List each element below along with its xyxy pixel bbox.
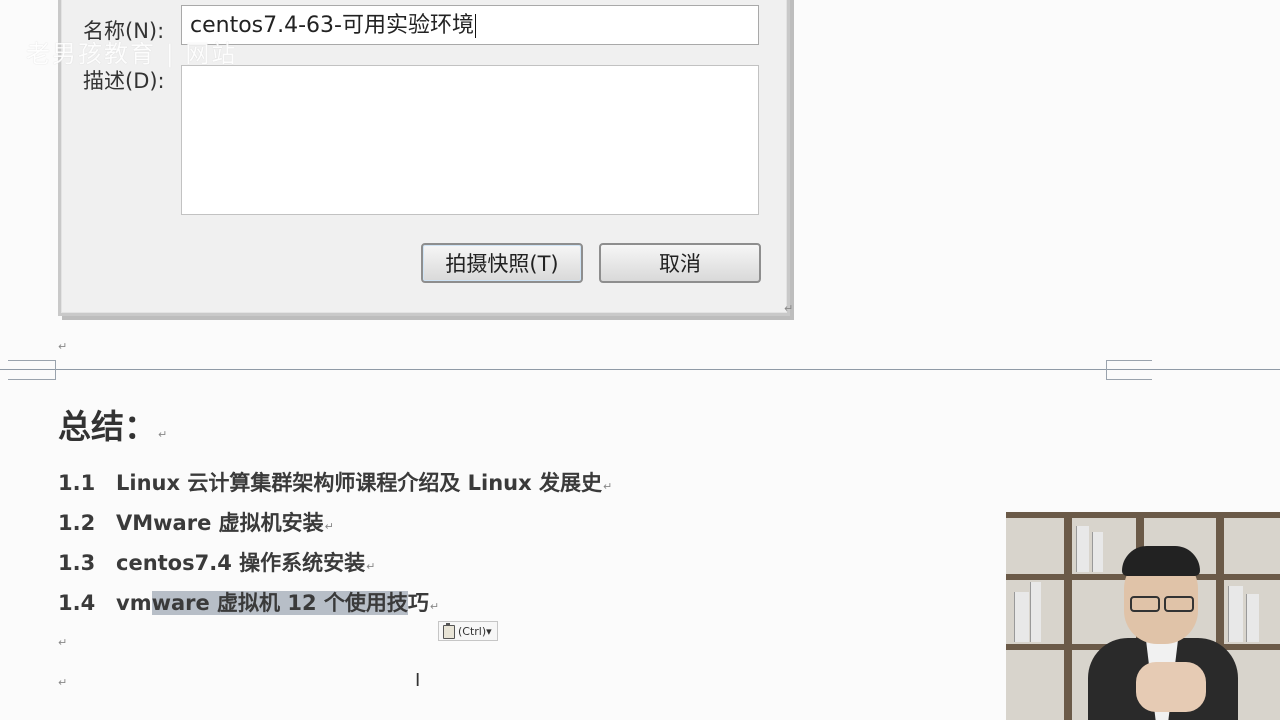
crop-mark-left bbox=[8, 360, 56, 380]
list-item: 1.4 vmware 虚拟机 12 个使用技巧↵ bbox=[58, 587, 439, 617]
item-text: centos7.4 操作系统安装 bbox=[116, 551, 366, 575]
summary-heading: 总结：↵ bbox=[58, 400, 167, 448]
snapshot-name-input[interactable]: centos7.4-63-可用实验环境 bbox=[181, 5, 759, 45]
item-text: VMware 虚拟机安装 bbox=[116, 511, 324, 535]
paragraph-mark: ↵ bbox=[58, 676, 68, 689]
bookshelf-post bbox=[1064, 512, 1072, 720]
book bbox=[1076, 526, 1089, 572]
list-item: 1.2 VMware 虚拟机安装↵ bbox=[58, 507, 334, 537]
paragraph-mark: ↵ bbox=[429, 600, 440, 613]
paragraph-mark: ↵ bbox=[784, 302, 794, 315]
take-snapshot-button[interactable]: 拍摄快照(T) bbox=[421, 243, 583, 283]
item-text-end: 巧 bbox=[407, 591, 429, 615]
person-hair bbox=[1122, 546, 1200, 576]
crop-mark-right bbox=[1106, 360, 1152, 380]
book bbox=[1246, 594, 1259, 642]
book bbox=[1092, 532, 1103, 572]
paste-options-button[interactable]: (Ctrl)▾ bbox=[438, 621, 498, 641]
item-number: 1.3 bbox=[58, 551, 96, 575]
item-text: Linux 云计算集群架构师课程介绍及 Linux 发展史 bbox=[116, 471, 602, 495]
item-number: 1.4 bbox=[58, 591, 96, 615]
chevron-down-icon: ▾ bbox=[486, 625, 492, 638]
snapshot-description-input[interactable] bbox=[181, 65, 759, 215]
item-text-start: vm bbox=[116, 591, 152, 615]
paragraph-mark: ↵ bbox=[58, 636, 68, 649]
person-hands bbox=[1136, 662, 1206, 712]
clipboard-icon bbox=[443, 623, 455, 639]
paragraph-mark: ↵ bbox=[158, 428, 168, 441]
list-item: 1.3 centos7.4 操作系统安装↵ bbox=[58, 547, 375, 577]
glasses-icon bbox=[1130, 596, 1194, 612]
summary-heading-text: 总结： bbox=[58, 407, 157, 446]
book bbox=[1014, 592, 1029, 642]
paragraph-mark: ↵ bbox=[324, 520, 334, 533]
paste-options-label: (Ctrl) bbox=[458, 625, 487, 638]
item-number: 1.1 bbox=[58, 471, 96, 495]
paragraph-mark: ↵ bbox=[602, 480, 613, 493]
list-item: 1.1 Linux 云计算集群架构师课程介绍及 Linux 发展史↵ bbox=[58, 467, 612, 497]
ibeam-cursor-icon: I bbox=[415, 670, 421, 691]
webcam-overlay bbox=[1006, 512, 1280, 720]
book bbox=[1030, 582, 1041, 642]
paragraph-mark: ↵ bbox=[366, 560, 376, 573]
selected-text[interactable]: ware 虚拟机 12 个使用技 bbox=[151, 591, 408, 615]
item-number: 1.2 bbox=[58, 511, 96, 535]
paragraph-mark: ↵ bbox=[58, 340, 68, 353]
watermark: 老男孩教育 | 网站 bbox=[26, 40, 238, 68]
text-caret bbox=[474, 14, 476, 38]
cancel-button[interactable]: 取消 bbox=[599, 243, 761, 283]
book bbox=[1228, 586, 1243, 642]
description-label: 描述(D): bbox=[83, 69, 165, 93]
page-boundary bbox=[0, 369, 1280, 370]
